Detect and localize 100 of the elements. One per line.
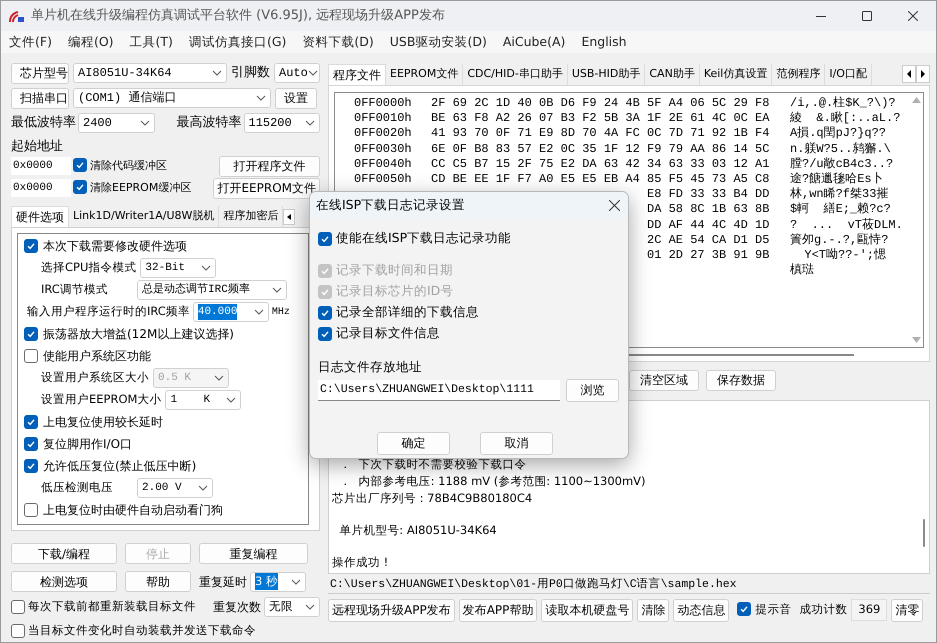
dropdown[interactable]: (COM1) 通信端口 (73, 88, 271, 108)
button[interactable]: 帮助 (125, 571, 191, 592)
checkbox[interactable] (24, 415, 38, 429)
hex-bytes: 41 93 70 0F 71 E9 8D 70 4A FC 0C 7D 71 92 1B F4 (431, 126, 770, 140)
menu-item[interactable]: 编程(O) (68, 32, 114, 52)
check-icon (75, 160, 85, 170)
button[interactable]: 打开程序文件 (219, 156, 320, 176)
hex-bytes: 2F 69 2C 1D 40 0B D6 F9 24 4B 5F A4 06 5C 29 F8 (431, 96, 770, 110)
checkbox[interactable] (24, 239, 38, 253)
button[interactable]: 取消 (480, 432, 553, 455)
close-icon[interactable] (609, 200, 620, 210)
address-field[interactable]: 0x0000 (11, 157, 71, 175)
checkbox[interactable] (24, 327, 38, 341)
hex-ascii: $軻 繕E;_赖?c? (790, 202, 891, 218)
tab-scroll-button[interactable] (916, 65, 930, 83)
hex-ascii: 綾 &.瞅[:..aL.? (790, 111, 900, 126)
success-count-label: 成功计数 (799, 601, 848, 618)
checkbox[interactable] (737, 602, 752, 616)
chevron-down-icon (212, 70, 222, 76)
dropdown[interactable]: 40.000 (192, 302, 269, 322)
log-path-field[interactable]: C:\Users\ZHUANGWEI\Desktop\1111 (318, 380, 560, 401)
button[interactable]: 保存数据 (706, 370, 776, 390)
check-icon (26, 329, 36, 339)
check-icon (320, 266, 330, 276)
button[interactable]: 确定 (377, 432, 450, 455)
menu-item[interactable]: 资料下载(D) (302, 32, 374, 52)
button[interactable]: 清零 (891, 598, 924, 622)
dropdown[interactable]: 32-Bit (140, 258, 216, 278)
button[interactable]: 浏览 (566, 378, 619, 402)
menu-item[interactable]: 文件(F) (9, 32, 52, 52)
check-icon (26, 439, 36, 449)
dropdown[interactable]: 2400 (78, 113, 154, 133)
address-field[interactable]: 0x0000 (11, 179, 71, 197)
button[interactable]: 扫描串口 (11, 88, 69, 108)
hex-bytes: E8 FD 33 33 B4 DD (647, 187, 770, 202)
dropdown[interactable]: 总是动态调节IRC频率 (137, 280, 287, 300)
option-label: 选择CPU指令模式 (41, 259, 136, 276)
menu-item[interactable]: 调试仿真接口(G) (188, 32, 286, 52)
dropdown[interactable]: 1 K (165, 390, 242, 410)
success-count-field: 369 (851, 599, 888, 621)
hex-bytes: 2C AE 54 CA D1 D5 (647, 232, 770, 247)
dropdown[interactable]: 3 秒 (250, 572, 306, 592)
tab[interactable]: 硬件选项 (11, 206, 69, 227)
dropdown[interactable]: AI8051U-34K64 (73, 63, 227, 83)
tab[interactable]: 程序文件 (328, 64, 386, 85)
option-label: 振荡器放大增益(12M以上建议选择) (43, 326, 234, 343)
chevron-down-icon (226, 397, 236, 403)
checkbox[interactable] (318, 306, 332, 320)
button[interactable]: 打开EEPROM文件 (213, 178, 320, 198)
chevron-down-icon (214, 375, 224, 381)
max-baud-label: 最高波特率 (176, 114, 242, 132)
tab-scroll-left-button[interactable] (283, 209, 296, 225)
dropdown[interactable]: 115200 (244, 113, 320, 133)
hex-bytes: DA 58 8C 1B 63 8B (647, 202, 770, 216)
button[interactable]: 动态信息 (673, 598, 730, 622)
checkbox[interactable] (318, 326, 332, 340)
check-icon (26, 461, 36, 471)
left-arrow-icon (287, 214, 292, 220)
menu-item[interactable]: USB驱动安装(D) (390, 32, 487, 52)
checkbox[interactable] (24, 349, 38, 363)
dropdown[interactable]: 2.00 V (137, 478, 213, 498)
button[interactable]: 读取本机硬盘号 (541, 598, 634, 622)
checkbox[interactable] (11, 600, 25, 614)
checkbox[interactable] (73, 180, 87, 194)
menu-item[interactable]: AiCube(A) (502, 32, 566, 52)
menu-item[interactable]: 工具(T) (130, 32, 173, 52)
option-label: 允许低压复位(禁止低压中断) (43, 458, 196, 475)
repeat-delay-label: 重复延时 (199, 574, 247, 590)
app-logo-icon (9, 9, 25, 23)
checkbox[interactable] (24, 459, 38, 473)
chevron-down-icon (256, 95, 266, 101)
button[interactable]: 发布APP帮助 (458, 598, 538, 622)
button[interactable]: 远程现场升级APP发布 (328, 598, 455, 622)
button[interactable]: 芯片型号 (11, 62, 69, 84)
option-label: 记录全部详细的下载信息 (336, 303, 479, 322)
checkbox[interactable] (24, 503, 38, 517)
left-arrow-icon (907, 70, 911, 78)
file-path-field[interactable]: C:\Users\ZHUANGWEI\Desktop\01-用P0口做跑马灯\C语言\sample.hex (328, 576, 930, 594)
option-label: 上电复位时由硬件自动启动看门狗 (43, 502, 223, 519)
button[interactable]: 重复编程 (199, 543, 308, 564)
scroll-up-icon (912, 97, 920, 103)
option-label: 记录目标芯片的ID号 (336, 282, 454, 300)
button[interactable]: 清除 (637, 598, 670, 622)
check-icon (26, 241, 36, 251)
checkbox[interactable] (24, 437, 38, 451)
button[interactable]: 设置 (275, 88, 317, 108)
checkbox[interactable] (11, 624, 25, 638)
button[interactable]: 检测选项 (11, 571, 117, 592)
tab-scroll-button[interactable] (902, 65, 916, 83)
dropdown[interactable]: Auto (274, 63, 320, 83)
pin-count-label: 引脚数 (231, 64, 270, 82)
dropdown[interactable]: 无限 (264, 597, 320, 617)
checkbox[interactable] (73, 158, 87, 172)
scroll-thumb[interactable] (923, 519, 925, 547)
hex-bytes: 01 2D 27 3B 91 9B (647, 248, 770, 262)
menu-item[interactable]: English (581, 32, 627, 52)
button[interactable]: 清空区域 (629, 370, 699, 390)
log-line: ． 内部参考电压: 1188 mV (参考范围: 1100~1300mV) (338, 473, 646, 490)
button[interactable]: 下载/编程 (11, 543, 117, 564)
checkbox[interactable] (318, 232, 332, 246)
